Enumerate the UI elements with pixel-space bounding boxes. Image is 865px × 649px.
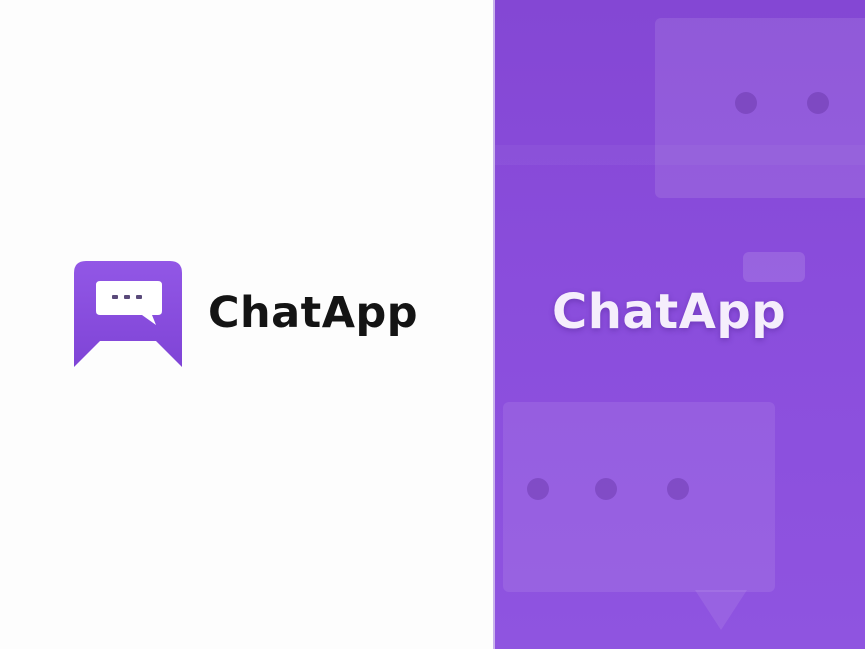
background-dot — [595, 478, 617, 500]
background-dot — [667, 478, 689, 500]
background-dot — [735, 92, 757, 114]
background-chat-bubble — [743, 252, 805, 282]
background-chat-bubble — [655, 18, 865, 198]
background-dot — [807, 92, 829, 114]
dark-variant-panel: ChatApp — [495, 0, 865, 649]
brand-wordmark-light: ChatApp — [552, 284, 787, 340]
brand-wordmark-dark: ChatApp — [208, 288, 419, 338]
light-variant-panel: ChatApp — [0, 0, 495, 649]
background-dot — [527, 478, 549, 500]
chat-bubble-icon — [74, 261, 182, 367]
brand-showcase: ChatApp ChatApp — [0, 0, 865, 649]
background-bubble-tail — [695, 590, 747, 630]
